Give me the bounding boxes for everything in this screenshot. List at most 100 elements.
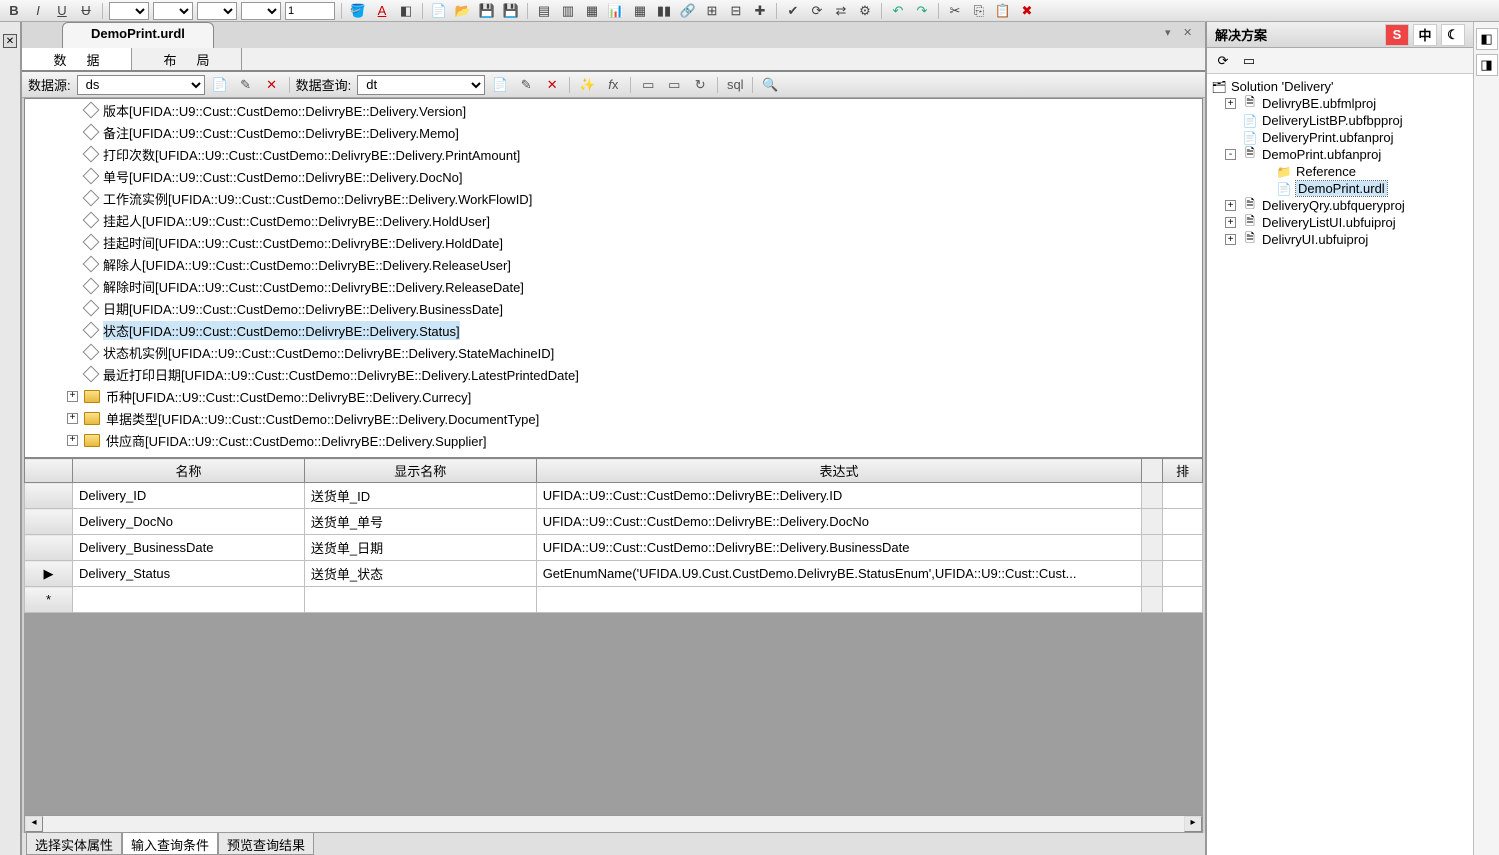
solution-item[interactable]: -🗎DemoPrint.ubfanproj: [1211, 146, 1469, 163]
table-row[interactable]: Delivery_ID送货单_IDUFIDA::U9::Cust::CustDe…: [25, 483, 1203, 509]
ds-new-icon[interactable]: 📄: [209, 75, 231, 95]
expand-icon[interactable]: -: [1225, 149, 1236, 160]
dq-new-icon[interactable]: 📄: [489, 75, 511, 95]
redo-button[interactable]: ↷: [912, 2, 932, 20]
dq-edit-icon[interactable]: ✎: [515, 75, 537, 95]
left-dock-close[interactable]: ✕: [3, 34, 17, 48]
ds-delete-icon[interactable]: ✕: [261, 75, 283, 95]
tree-field[interactable]: 工作流实例[UFIDA::U9::Cust::CustDemo::Delivry…: [25, 187, 1202, 209]
cut-button[interactable]: ✂: [945, 2, 965, 20]
ime-zhong-icon[interactable]: 中: [1413, 24, 1437, 46]
paste-button[interactable]: 📋: [993, 2, 1013, 20]
table-row[interactable]: Delivery_DocNo送货单_单号UFIDA::U9::Cust::Cus…: [25, 509, 1203, 535]
table-button[interactable]: ▦: [630, 2, 650, 20]
tab-dropdown-icon[interactable]: ▾: [1165, 26, 1179, 40]
save-button[interactable]: 💾: [477, 2, 497, 20]
document-tab[interactable]: DemoPrint.urdl: [62, 22, 214, 48]
tree-field[interactable]: 备注[UFIDA::U9::Cust::CustDemo::DelivryBE:…: [25, 121, 1202, 143]
solution-item[interactable]: +🗎DelivryBE.ubfmlproj: [1211, 95, 1469, 112]
tab-preview-result[interactable]: 预览查询结果: [218, 833, 314, 855]
expand-icon[interactable]: +: [1225, 234, 1236, 245]
page1-icon[interactable]: ▭: [637, 75, 659, 95]
ime-s-icon[interactable]: S: [1385, 24, 1409, 46]
expand-icon[interactable]: +: [67, 413, 78, 424]
solution-tree[interactable]: 🗂 Solution 'Delivery' +🗎DelivryBE.ubfmlp…: [1207, 74, 1473, 855]
zoom-input[interactable]: [285, 2, 335, 20]
new-button[interactable]: 📄: [429, 2, 449, 20]
tree-field[interactable]: 挂起时间[UFIDA::U9::Cust::CustDemo::DelivryB…: [25, 231, 1202, 253]
underline-button[interactable]: U: [52, 2, 72, 20]
solution-item[interactable]: +🗎DelivryUI.ubfuiproj: [1211, 231, 1469, 248]
tree-field[interactable]: 单号[UFIDA::U9::Cust::CustDemo::DelivryBE:…: [25, 165, 1202, 187]
link-button[interactable]: 🔗: [678, 2, 698, 20]
grid-dropdown[interactable]: [241, 2, 281, 20]
strike-button[interactable]: U: [76, 2, 96, 20]
align-dropdown[interactable]: [109, 2, 149, 20]
align-left-button[interactable]: ▤: [534, 2, 554, 20]
expand-icon[interactable]: +: [67, 435, 78, 446]
expand-icon[interactable]: +: [1225, 217, 1236, 228]
chart-button[interactable]: 📊: [606, 2, 626, 20]
line-dropdown[interactable]: [153, 2, 193, 20]
tree-field[interactable]: 解除时间[UFIDA::U9::Cust::CustDemo::DelivryB…: [25, 275, 1202, 297]
tab-select-entity[interactable]: 选择实体属性: [26, 833, 122, 855]
props-button[interactable]: ⚙: [855, 2, 875, 20]
tab-query-condition[interactable]: 输入查询条件: [122, 833, 218, 855]
zoom-icon[interactable]: 🔍: [759, 75, 781, 95]
ds-edit-icon[interactable]: ✎: [235, 75, 257, 95]
border-dropdown[interactable]: [197, 2, 237, 20]
expand-icon[interactable]: +: [1225, 98, 1236, 109]
copy-button[interactable]: ⎘: [969, 2, 989, 20]
col-expr-header[interactable]: 表达式: [536, 459, 1142, 483]
expand-icon[interactable]: +: [67, 391, 78, 402]
field-tree[interactable]: 版本[UFIDA::U9::Cust::CustDemo::DelivryBE:…: [24, 98, 1203, 458]
tree-field[interactable]: 最近打印日期[UFIDA::U9::Cust::CustDemo::Delivr…: [25, 363, 1202, 385]
page2-icon[interactable]: ▭: [663, 75, 685, 95]
col-name-header[interactable]: 名称: [73, 459, 305, 483]
sol-showall-icon[interactable]: ▭: [1239, 51, 1259, 71]
scroll-left-icon[interactable]: ◂: [25, 816, 43, 832]
tree-field[interactable]: 状态[UFIDA::U9::Cust::CustDemo::DelivryBE:…: [25, 319, 1202, 341]
barcode-button[interactable]: ▮▮: [654, 2, 674, 20]
new-row[interactable]: *: [25, 587, 1203, 613]
sql-icon[interactable]: sql: [724, 75, 746, 95]
tree-field[interactable]: 日期[UFIDA::U9::Cust::CustDemo::DelivryBE:…: [25, 297, 1202, 319]
expand-icon[interactable]: +: [1225, 200, 1236, 211]
check-button[interactable]: ✔: [783, 2, 803, 20]
fill-color-button[interactable]: 🪣: [348, 2, 368, 20]
ungroup-button[interactable]: ⊟: [726, 2, 746, 20]
bold-button[interactable]: B: [4, 2, 24, 20]
solution-item[interactable]: 📁Reference: [1211, 163, 1469, 180]
tree-field[interactable]: 状态机实例[UFIDA::U9::Cust::CustDemo::Delivry…: [25, 341, 1202, 363]
col-display-header[interactable]: 显示名称: [304, 459, 536, 483]
highlight-button[interactable]: ◧: [396, 2, 416, 20]
tab-data[interactable]: 数据: [22, 48, 132, 70]
font-color-button[interactable]: A: [372, 2, 392, 20]
solution-item[interactable]: 📄DeliveryListBP.ubfbpproj: [1211, 112, 1469, 129]
save-all-button[interactable]: 💾: [501, 2, 521, 20]
grid-h-scrollbar[interactable]: ◂ ▸: [24, 815, 1203, 833]
open-button[interactable]: 📂: [453, 2, 473, 20]
tree-folder[interactable]: +币种[UFIDA::U9::Cust::CustDemo::DelivryBE…: [25, 385, 1202, 407]
dock-btn-2[interactable]: ◨: [1476, 54, 1498, 76]
group-button[interactable]: ⊞: [702, 2, 722, 20]
formula-icon[interactable]: fx: [602, 75, 624, 95]
tree-field[interactable]: 解除人[UFIDA::U9::Cust::CustDemo::DelivryBE…: [25, 253, 1202, 275]
ime-moon-icon[interactable]: ☾: [1441, 24, 1465, 46]
tab-close-icon[interactable]: ✕: [1183, 26, 1197, 40]
tree-field[interactable]: 挂起人[UFIDA::U9::Cust::CustDemo::DelivryBE…: [25, 209, 1202, 231]
align-center-button[interactable]: ▥: [558, 2, 578, 20]
table-row[interactable]: Delivery_BusinessDate送货单_日期UFIDA::U9::Cu…: [25, 535, 1203, 561]
dataquery-dropdown[interactable]: dt: [357, 75, 485, 95]
sol-refresh-icon[interactable]: ⟳: [1213, 51, 1233, 71]
fx-icon[interactable]: ✨: [576, 75, 598, 95]
tree-field[interactable]: 版本[UFIDA::U9::Cust::CustDemo::DelivryBE:…: [25, 99, 1202, 121]
tab-layout[interactable]: 布局: [132, 48, 242, 70]
page3-icon[interactable]: ↻: [689, 75, 711, 95]
dq-delete-icon[interactable]: ✕: [541, 75, 563, 95]
dock-btn-1[interactable]: ◧: [1476, 28, 1498, 50]
undo-button[interactable]: ↶: [888, 2, 908, 20]
scroll-right-icon[interactable]: ▸: [1184, 816, 1202, 832]
delete-button[interactable]: ✖: [1017, 2, 1037, 20]
italic-button[interactable]: I: [28, 2, 48, 20]
